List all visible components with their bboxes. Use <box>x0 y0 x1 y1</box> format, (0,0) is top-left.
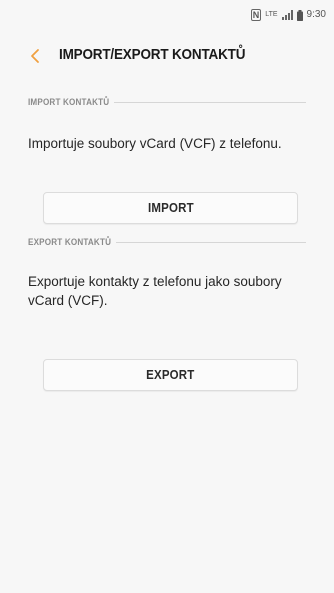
import-section-label: IMPORT KONTAKTŮ <box>28 97 110 107</box>
app-header: IMPORT/EXPORT KONTAKTŮ <box>0 42 334 70</box>
battery-icon <box>296 9 303 21</box>
export-description: Exportuje kontakty z telefonu jako soubo… <box>28 274 282 308</box>
export-section-header: EXPORT KONTAKTŮ <box>28 235 306 249</box>
signal-icon <box>281 10 293 20</box>
lte-icon: LTE <box>265 11 278 18</box>
import-button[interactable]: IMPORT <box>43 192 298 224</box>
import-export-screen: N LTE 9:30 IMPORT/EXPORT KONTAKTŮ IMPORT… <box>0 0 334 593</box>
export-section-label: EXPORT KONTAKTŮ <box>28 237 112 247</box>
import-button-label: IMPORT <box>147 201 194 215</box>
section-divider <box>114 101 306 103</box>
chevron-left-icon <box>31 49 39 63</box>
section-divider <box>116 241 306 243</box>
nfc-icon: N <box>250 9 262 21</box>
import-description: Importuje soubory vCard (VCF) z telefonu… <box>28 136 282 151</box>
back-button[interactable] <box>28 46 44 66</box>
status-bar: N LTE 9:30 <box>250 8 326 22</box>
export-button[interactable]: EXPORT <box>43 359 298 391</box>
page-title: IMPORT/EXPORT KONTAKTŮ <box>59 46 246 63</box>
clock: 9:30 <box>306 9 326 20</box>
import-section-header: IMPORT KONTAKTŮ <box>28 95 306 109</box>
export-button-label: EXPORT <box>146 368 195 382</box>
